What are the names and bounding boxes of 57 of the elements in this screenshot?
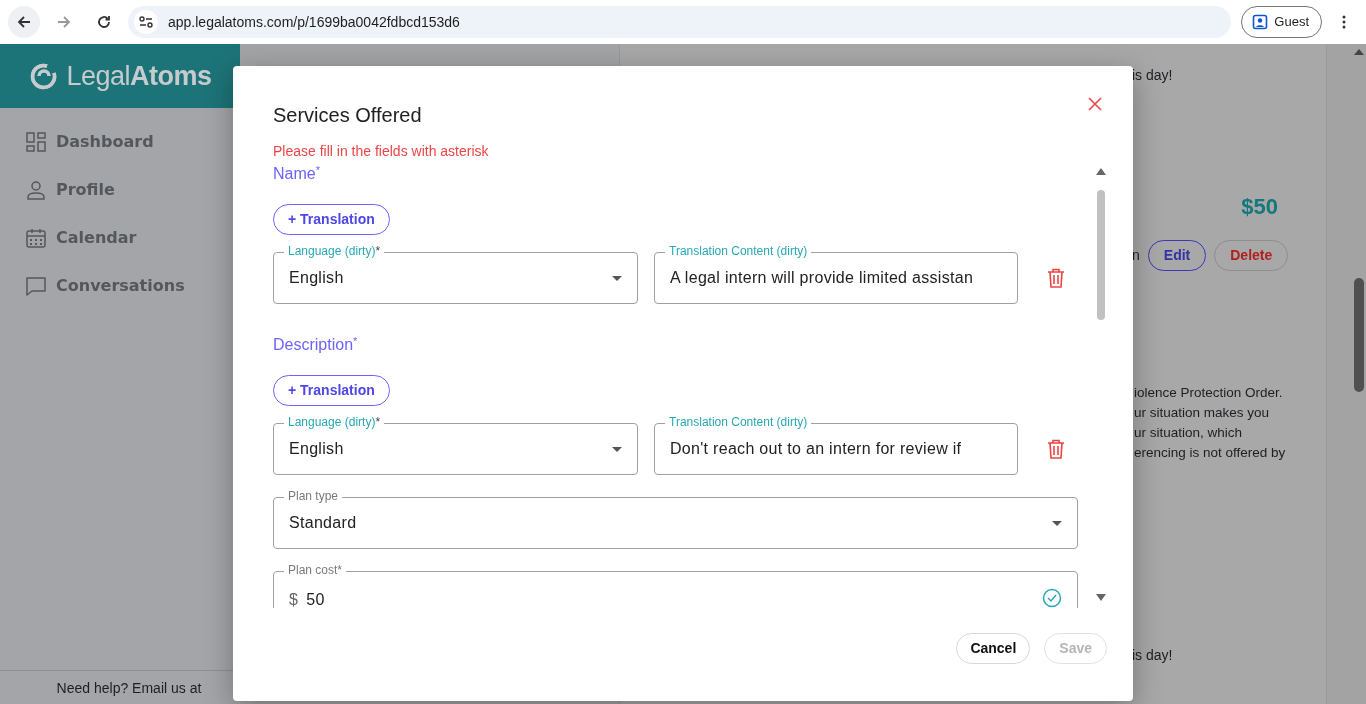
help-text: Need help? Email us at	[55, 680, 202, 696]
trash-icon[interactable]	[1047, 268, 1065, 288]
field-value: 50	[306, 590, 325, 608]
card-text: is day!	[1132, 66, 1174, 84]
trash-icon[interactable]	[1047, 439, 1065, 459]
dialog-scrollbar[interactable]	[1095, 166, 1107, 603]
person-icon	[26, 180, 46, 200]
add-translation-button[interactable]: + Translation	[273, 204, 390, 235]
page-scrollbar[interactable]	[1326, 44, 1366, 704]
section-label: Description$^{*}$	[273, 335, 359, 355]
dropdown-caret-icon	[1052, 520, 1062, 526]
forward-arrow-icon	[56, 14, 72, 30]
warning-message: Please fill in the fields with asterisk	[273, 142, 490, 160]
add-translation-button[interactable]: + Translation	[273, 375, 390, 406]
currency-prefix: $	[289, 590, 299, 608]
cancel-button[interactable]: Cancel	[956, 633, 1031, 664]
field-label: Plan cost*	[284, 563, 347, 577]
scrollbar-thumb[interactable]	[1354, 278, 1364, 392]
card-text: ur situation, which	[1134, 424, 1244, 442]
reload-icon	[96, 14, 112, 30]
logo-text: LegalAtoms	[66, 59, 212, 93]
card-text: ur situation makes you	[1134, 404, 1271, 422]
card-text: erencing is not offered by	[1134, 444, 1287, 462]
field-value: English	[289, 439, 344, 459]
field-label: Language (dirty)*	[284, 415, 385, 429]
scroll-down-icon[interactable]	[1096, 594, 1106, 601]
dropdown-caret-icon	[612, 275, 622, 281]
scroll-up-icon[interactable]	[1096, 168, 1106, 175]
scroll-up-icon[interactable]	[1354, 48, 1364, 56]
dropdown-caret-icon	[612, 446, 622, 452]
field-label: Language (dirty)*	[284, 244, 385, 258]
card-text: n	[1132, 246, 1140, 265]
site-settings-icon[interactable]	[139, 15, 153, 29]
profile-button[interactable]: Guest	[1241, 6, 1322, 38]
dashboard-icon	[26, 132, 46, 152]
field-label: Translation Content (dirty)	[665, 415, 812, 429]
section-label: Name$^{*}$	[273, 164, 321, 184]
field-value: English	[289, 268, 344, 288]
url-text: app.legalatoms.com/p/1699ba0042fdbcd153d6	[168, 12, 460, 32]
back-arrow-icon	[16, 14, 32, 30]
field-label: Translation Content (dirty)	[665, 244, 812, 258]
field-label: Plan type	[284, 489, 343, 503]
field-value: Standard	[289, 513, 357, 533]
dialog-title: Services Offered	[273, 103, 422, 127]
scrollbar-thumb[interactable]	[1097, 190, 1105, 320]
field-value: A legal intern will provide limited assistan	[670, 268, 974, 288]
person-icon	[1252, 14, 1269, 30]
card-text: iolence Protection Order.	[1134, 384, 1284, 402]
close-button[interactable]	[1088, 97, 1102, 111]
close-icon	[1088, 97, 1102, 111]
back-button[interactable]	[8, 6, 40, 38]
calendar-icon	[26, 228, 46, 248]
field-value: Don't reach out to an intern for review if	[670, 439, 962, 459]
price-text: $50	[1241, 194, 1278, 220]
chat-bubble-icon	[26, 276, 46, 296]
card-text: is day!	[1132, 646, 1174, 665]
address-bar[interactable]: app.legalatoms.com/p/1699ba0042fdbcd153d6	[128, 6, 1232, 38]
